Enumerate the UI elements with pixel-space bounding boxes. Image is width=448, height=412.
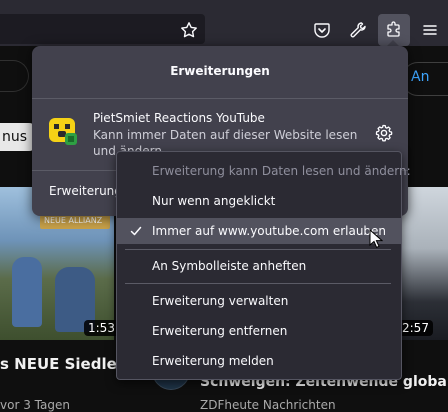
menu-item-report-extension[interactable]: Erweiterung melden <box>117 348 401 374</box>
thumbnail-banner: NEUE ALLIANZ <box>40 215 110 229</box>
pietsmiet-extension-icon[interactable] <box>48 116 78 146</box>
menu-item-remove-extension[interactable]: Erweiterung entfernen <box>117 318 401 344</box>
video-meta: vor 3 Tagen <box>0 398 70 412</box>
thumbnail-figure <box>12 257 42 327</box>
video-duration: 2:57 <box>398 320 433 336</box>
wrench-icon[interactable] <box>342 14 374 46</box>
divider <box>32 98 408 99</box>
banner-text: NEUE ALLIANZ <box>44 216 103 225</box>
video-title[interactable]: s NEUE Siedler? <box>0 355 133 373</box>
menu-separator <box>125 249 391 250</box>
channel-name[interactable]: ZDFheute Nachrichten <box>200 398 336 412</box>
signin-label: An <box>411 69 430 85</box>
menu-item-data-access-header: Erweiterung kann Daten lesen und ändern: <box>152 164 411 178</box>
extension-context-menu: Erweiterung kann Daten lesen und ändern:… <box>116 151 411 380</box>
star-icon[interactable] <box>173 14 205 46</box>
menu-item-pin-to-toolbar[interactable]: An Symbolleiste anheften <box>117 253 401 279</box>
menu-item-manage-extension[interactable]: Erweiterung verwalten <box>117 288 401 314</box>
menu-separator <box>125 283 391 284</box>
mouse-cursor-icon <box>369 229 383 248</box>
extension-name: PietSmiet Reactions YouTube <box>93 111 265 125</box>
menu-item-always-allow[interactable]: Immer auf www.youtube.com erlauben <box>117 218 401 244</box>
menu-icon[interactable] <box>414 14 446 46</box>
youtube-signin-button[interactable]: An <box>402 62 448 96</box>
panel-title: Erweiterungen <box>170 64 270 78</box>
gear-icon[interactable] <box>374 123 394 143</box>
pocket-icon[interactable] <box>306 14 338 46</box>
browser-toolbar <box>0 0 448 46</box>
menu-item-only-when-clicked[interactable]: Nur wenn angeklickt <box>117 188 401 214</box>
checkmark-icon <box>130 226 142 236</box>
